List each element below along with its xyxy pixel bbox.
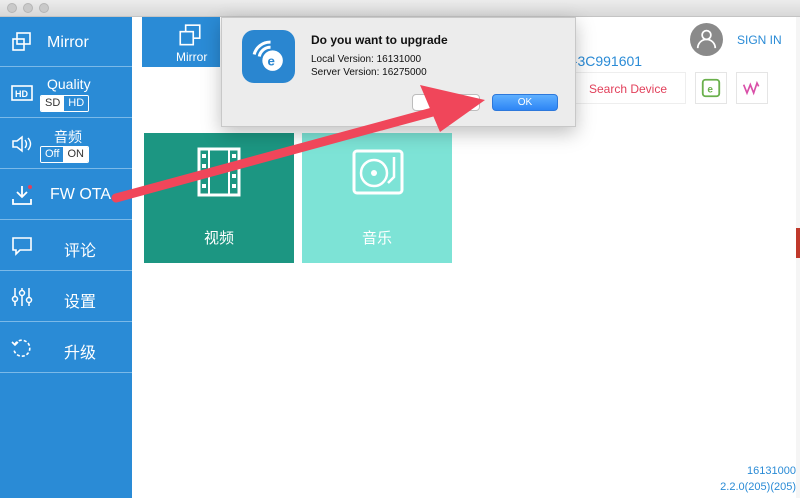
sidebar-item-upgrade[interactable]: 升级 — [0, 323, 132, 373]
edge-marker — [796, 228, 800, 258]
ezcast-icon: e — [701, 78, 721, 98]
comment-icon — [12, 237, 32, 256]
sidebar-item-label: 评论 — [64, 243, 97, 260]
mirror-icon — [179, 24, 201, 46]
close-window-button[interactable] — [7, 3, 17, 13]
sidebar-item-label: 升级 — [64, 345, 97, 362]
ezcast-button[interactable]: e — [695, 72, 727, 104]
video-tile-label: 视频 — [203, 230, 234, 247]
cancel-button[interactable]: 取消 — [412, 94, 480, 111]
sidebar-item-quality: HD Quality SD HD — [0, 68, 132, 118]
app-logo-icon: e — [242, 30, 295, 83]
svg-text:e: e — [267, 54, 274, 69]
upgrade-dialog: e Do you want to upgrade Local Version: … — [221, 17, 576, 127]
minimize-window-button[interactable] — [23, 3, 33, 13]
sound-on-option[interactable]: ON — [63, 147, 88, 162]
music-tile[interactable]: 音乐 — [302, 133, 452, 263]
svg-text:e: e — [707, 85, 713, 96]
sidebar-item-comment[interactable]: 评论 — [0, 221, 132, 271]
sidebar-item-fw-ota[interactable]: FW OTA — [0, 170, 132, 220]
zoom-window-button[interactable] — [39, 3, 49, 13]
server-version: Server Version: 16275000 — [311, 67, 427, 78]
sidebar-item-sound: 音频 Off ON — [0, 119, 132, 169]
refresh-icon — [11, 339, 31, 357]
sidebar-item-mirror[interactable]: Mirror — [0, 17, 132, 67]
quality-toggle[interactable]: SD HD — [40, 95, 90, 112]
title-bar — [0, 0, 800, 17]
film-icon — [197, 147, 241, 197]
dialog-title: Do you want to upgrade — [311, 33, 448, 47]
quality-hd-option[interactable]: HD — [64, 96, 89, 111]
sliders-icon — [11, 288, 33, 306]
user-icon — [696, 29, 717, 49]
hd-icon: HD — [11, 85, 33, 101]
sound-label: 音频 — [54, 129, 82, 145]
ezcast-logo-icon: e — [252, 40, 283, 71]
music-tile-label: 音乐 — [361, 230, 392, 247]
local-version: Local Version: 16131000 — [311, 54, 422, 65]
sidebar-item-label: FW OTA — [50, 186, 112, 203]
wave-button[interactable] — [736, 72, 768, 104]
sidebar-item-label: 设置 — [64, 294, 97, 311]
sidebar-item-settings[interactable]: 设置 — [0, 272, 132, 322]
quality-label: Quality — [47, 76, 91, 92]
wave-icon — [742, 80, 760, 96]
mirror-tile-button[interactable]: Mirror — [142, 17, 220, 67]
mirror-tile-label: Mirror — [176, 50, 208, 64]
svg-text:HD: HD — [15, 89, 28, 99]
version-build: 2.2.0(205)(205) — [720, 481, 796, 493]
device-name: e-3C991601 — [565, 53, 643, 69]
avatar[interactable] — [690, 23, 723, 56]
speaker-icon — [12, 135, 32, 153]
sidebar-item-label: Mirror — [47, 34, 89, 51]
version-number: 16131000 — [747, 465, 796, 477]
quality-sd-option[interactable]: SD — [41, 96, 65, 111]
turntable-icon — [352, 149, 404, 195]
sound-off-option[interactable]: Off — [41, 147, 64, 162]
sound-toggle[interactable]: Off ON — [40, 146, 89, 163]
mirror-icon — [12, 32, 31, 51]
sidebar: Mirror HD Quality SD HD 音频 Off ON FW OTA… — [0, 17, 132, 498]
ok-button[interactable]: OK — [492, 94, 558, 111]
search-device-button[interactable]: Search Device — [570, 72, 686, 104]
video-tile[interactable]: 视频 — [144, 133, 294, 263]
app-window: Mirror HD Quality SD HD 音频 Off ON FW OTA… — [0, 0, 800, 498]
download-icon — [12, 185, 32, 205]
sign-in-link[interactable]: SIGN IN — [737, 33, 782, 47]
